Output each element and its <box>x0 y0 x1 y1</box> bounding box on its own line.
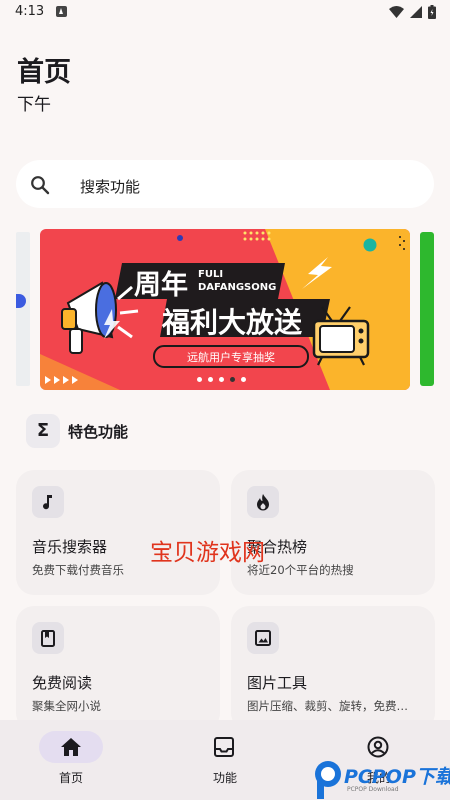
watermark-text: 宝贝游戏网 <box>150 540 265 566</box>
nav-item-features[interactable]: 功能 <box>154 720 304 800</box>
pcpop-logo: PCPOP下载 PCPOP Download <box>311 759 450 800</box>
image-icon <box>247 622 279 654</box>
card-desc: 图片压缩、裁剪、旋转，免费… <box>247 699 408 713</box>
card-title: 免费阅读 <box>32 674 93 692</box>
banner-title-2: 福利大放送 <box>162 306 303 339</box>
banner-prev-peek[interactable] <box>16 232 30 386</box>
carousel-dots <box>197 377 246 382</box>
card-desc: 聚集全网小说 <box>32 699 101 713</box>
inbox-icon <box>214 737 234 757</box>
banner-title-1: 周年 <box>134 270 188 301</box>
pcpop-logo-text: PCPOP下载 <box>344 766 450 788</box>
banner-tag-2: DAFANGSONG <box>198 282 277 293</box>
card-free-reading[interactable]: 免费阅读 聚集全网小说 <box>16 606 220 731</box>
account-icon <box>367 736 389 758</box>
promo-banner[interactable]: 周年 FULI DAFANGSONG 福利大放送 远航用户专享抽奖 <box>40 229 410 390</box>
music-note-icon <box>32 486 64 518</box>
pcpop-logo-mark <box>315 761 341 799</box>
nav-item-home[interactable]: 首页 <box>0 720 150 800</box>
carousel-dot <box>208 377 213 382</box>
pcpop-logo-subtext: PCPOP Download <box>347 786 399 793</box>
search-icon <box>31 176 50 195</box>
banner-tag-1: FULI <box>198 269 224 280</box>
carousel-dot <box>197 377 202 382</box>
battery-icon <box>428 5 436 19</box>
card-desc: 免费下载付费音乐 <box>32 563 124 577</box>
nav-label: 首页 <box>58 771 83 785</box>
banner-next-peek[interactable] <box>420 232 434 386</box>
card-image-tools[interactable]: 图片工具 图片压缩、裁剪、旋转，免费… <box>231 606 435 731</box>
status-bar: 4:13 <box>0 0 450 26</box>
banner-button-label: 远航用户专享抽奖 <box>187 351 275 364</box>
page-title: 首页 <box>17 57 71 88</box>
status-icons <box>389 5 436 19</box>
carousel-dot-active <box>230 377 235 382</box>
card-title: 图片工具 <box>247 674 308 692</box>
search-placeholder: 搜索功能 <box>80 178 141 196</box>
card-title: 音乐搜索器 <box>32 538 108 556</box>
nav-label: 功能 <box>212 771 237 785</box>
wifi-icon <box>389 6 404 18</box>
book-icon <box>32 622 64 654</box>
notification-icon <box>56 6 67 17</box>
carousel-dot <box>241 377 246 382</box>
sigma-icon: Σ <box>26 414 60 448</box>
cellular-icon <box>410 6 422 18</box>
section-title: 特色功能 <box>68 423 129 441</box>
status-time: 4:13 <box>15 4 45 19</box>
page-subtitle: 下午 <box>17 95 51 115</box>
carousel-dot <box>219 377 224 382</box>
search-bar[interactable] <box>16 160 434 208</box>
home-icon <box>61 738 81 756</box>
flame-icon <box>247 486 279 518</box>
